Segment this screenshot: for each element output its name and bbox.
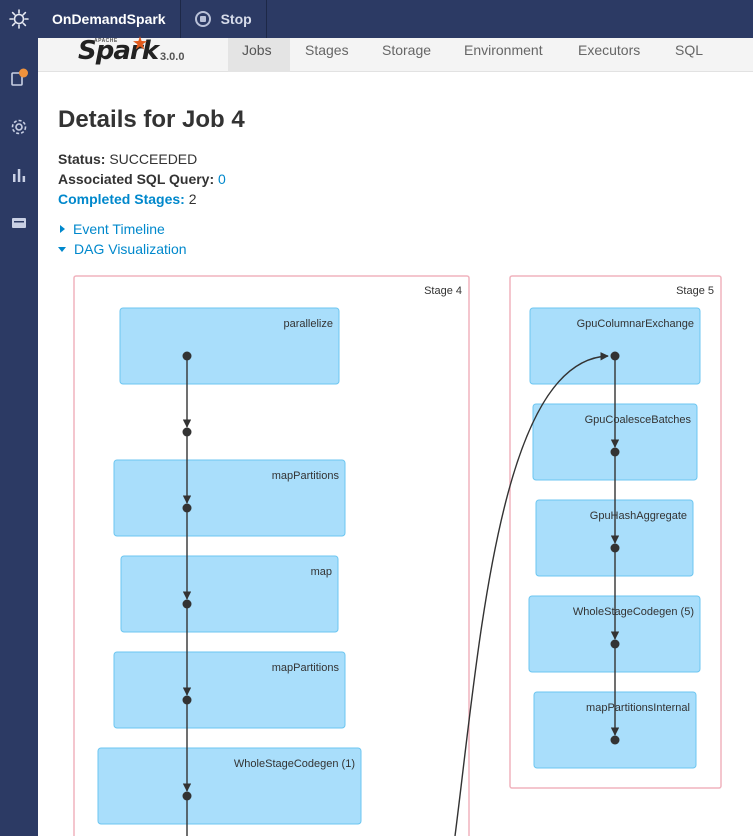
dag-rdd-dot[interactable] <box>182 791 192 801</box>
left-rail <box>0 0 38 836</box>
dag-stage-1: Stage 4 parallelize mapPartitions map mapPar… <box>73 275 470 836</box>
dag-node-label: GpuColumnarExchange <box>577 318 694 330</box>
dag-node[interactable] <box>119 307 340 385</box>
dag-node-label: map <box>311 566 332 578</box>
tab-environment[interactable]: Environment <box>464 38 543 72</box>
dag-stage-2: Stage 5 GpuColumnarExchange GpuCoalesceBat… <box>509 275 722 789</box>
status-value: SUCCEEDED <box>109 151 198 167</box>
completed-stages-link[interactable]: Completed Stages: <box>58 191 185 207</box>
dag-node-label: GpuCoalesceBatches <box>585 414 692 426</box>
stage-label: Stage 4 <box>424 285 462 297</box>
status-label: Status: <box>58 151 106 167</box>
dag-node[interactable] <box>113 459 346 537</box>
dag-node-label: mapPartitions <box>272 662 340 674</box>
app-name: OnDemandSpark <box>38 0 181 38</box>
spark-nav: Spark APACHE 3.0.0 Jobs Stages Storage E… <box>38 36 753 72</box>
sql-query-label: Associated SQL Query: <box>58 171 215 187</box>
stop-label: Stop <box>220 11 252 27</box>
dag-rdd-dot[interactable] <box>182 503 192 513</box>
dag-node[interactable] <box>535 499 694 577</box>
dag-node-label: mapPartitions <box>272 470 340 482</box>
stage-cluster[interactable] <box>509 275 722 789</box>
dag-rdd-dot[interactable] <box>610 351 620 361</box>
dag-node[interactable] <box>120 555 339 633</box>
tab-storage[interactable]: Storage <box>382 38 431 72</box>
completed-stages-row: Completed Stages: 2 <box>58 191 197 207</box>
spark-version: 3.0.0 <box>160 51 185 63</box>
dag-node[interactable] <box>113 651 346 729</box>
dag-node-label: WholeStageCodegen (1) <box>234 758 355 770</box>
stage-cluster[interactable] <box>73 275 470 836</box>
dag-rdd-dot[interactable] <box>610 639 620 649</box>
dag-rdd-dot[interactable] <box>182 695 192 705</box>
dag-node-label: mapPartitionsInternal <box>586 702 690 714</box>
dag-node-label: parallelize <box>283 318 333 330</box>
collapse-down-icon <box>58 246 66 252</box>
card-icon[interactable] <box>0 207 38 239</box>
stage-label: Stage 5 <box>676 285 714 297</box>
tab-sql[interactable]: SQL <box>675 38 703 72</box>
dag-rdd-dot[interactable] <box>182 351 192 361</box>
top-bar: OnDemandSpark Stop <box>38 0 753 38</box>
dag-node[interactable] <box>532 403 698 481</box>
dag-rdd-dot[interactable] <box>610 735 620 745</box>
stop-icon <box>194 11 211 27</box>
dag-node[interactable] <box>97 747 362 825</box>
dag-rdd-dot[interactable] <box>182 599 192 609</box>
dag-node[interactable] <box>533 691 697 769</box>
tab-stages[interactable]: Stages <box>305 38 349 72</box>
event-timeline-toggle[interactable]: Event Timeline <box>60 221 165 237</box>
dag-cross-stage-edge <box>454 352 609 836</box>
spark-star-icon <box>133 36 147 50</box>
sql-query-row: Associated SQL Query: 0 <box>58 171 226 187</box>
dag-rdd-dot[interactable] <box>610 447 620 457</box>
dag-visualization-toggle[interactable]: DAG Visualization <box>58 241 187 257</box>
completed-stages-value: 2 <box>188 191 197 207</box>
dag-rdd-dot[interactable] <box>182 427 192 437</box>
stop-button[interactable]: Stop <box>181 0 267 38</box>
tab-jobs[interactable]: Jobs <box>228 38 290 72</box>
dag-visualization-label: DAG Visualization <box>74 241 187 257</box>
notebook-icon[interactable] <box>0 62 38 94</box>
sql-query-link[interactable]: 0 <box>218 171 226 187</box>
status-row: Status: SUCCEEDED <box>58 151 197 167</box>
dag-node[interactable] <box>529 307 701 385</box>
gear-icon[interactable] <box>0 111 38 143</box>
dag-node[interactable] <box>528 595 701 673</box>
apache-logo-text: APACHE <box>94 38 118 44</box>
app-logo-icon[interactable] <box>0 0 38 38</box>
dag-node-label: WholeStageCodegen (5) <box>573 606 694 618</box>
dag-node-label: GpuHashAggregate <box>590 510 687 522</box>
event-timeline-label: Event Timeline <box>73 221 165 237</box>
expand-right-icon <box>60 225 65 233</box>
bar-chart-icon[interactable] <box>0 159 38 191</box>
dag-rdd-dot[interactable] <box>610 543 620 553</box>
page-title: Details for Job 4 <box>58 106 245 133</box>
tab-executors[interactable]: Executors <box>578 38 640 72</box>
